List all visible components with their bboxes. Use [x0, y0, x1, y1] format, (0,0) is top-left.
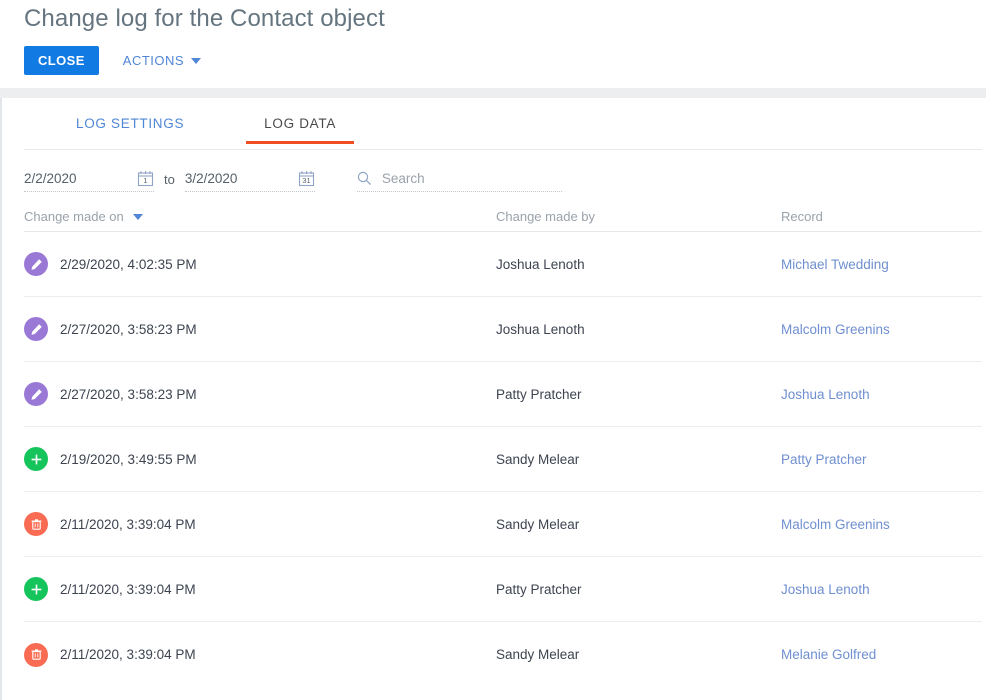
filter-bar: 2/2/2020 1 to 3/2/2020 31 Search [24, 150, 986, 202]
cell-change-made-on: 2/11/2020, 3:39:04 PM [24, 642, 496, 667]
table-row[interactable]: 2/11/2020, 3:39:04 PM Sandy Melear Melanie… [24, 622, 982, 687]
table-row[interactable]: 2/27/2020, 3:58:23 PM Patty Pratcher Joshu… [24, 362, 982, 427]
cell-change-made-on: 2/27/2020, 3:58:23 PM [24, 317, 496, 341]
search-icon [357, 171, 372, 186]
cell-change-made-by: Sandy Melear [496, 516, 580, 532]
record-link[interactable]: Malcolm Greenins [781, 322, 981, 337]
search-input[interactable]: Search [382, 171, 425, 186]
record-link[interactable]: Patty Pratcher [781, 452, 981, 467]
date-to-field[interactable]: 3/2/2020 31 [184, 166, 315, 192]
change-log-page: Change log for the Contact object CLOSE … [0, 0, 986, 700]
close-button[interactable]: CLOSE [24, 46, 99, 75]
table-row[interactable]: 2/29/2020, 4:02:35 PM Joshua Lenoth Michae… [24, 232, 982, 297]
change-date-text: 2/11/2020, 3:39:04 PM [60, 647, 196, 662]
cell-change-made-by: Sandy Melear [496, 451, 580, 467]
change-date-text: 2/11/2020, 3:39:04 PM [60, 581, 196, 597]
table-row[interactable]: 2/11/2020, 3:39:04 PM Patty Pratcher Joshu… [24, 557, 982, 622]
header-action-bar: CLOSE ACTIONS [24, 46, 986, 75]
cell-change-made-by: Joshua Lenoth [496, 256, 585, 272]
trash-icon [24, 642, 48, 667]
cell-change-made-on: 2/29/2020, 4:02:35 PM [24, 252, 496, 276]
record-link[interactable]: Joshua Lenoth [781, 387, 981, 402]
cell-change-made-on: 2/19/2020, 3:49:55 PM [24, 447, 496, 471]
cell-change-made-on: 2/11/2020, 3:39:04 PM [24, 512, 496, 536]
tab-log-data[interactable]: LOG DATA [246, 116, 354, 144]
tab-log-settings[interactable]: LOG SETTINGS [58, 116, 202, 143]
cell-change-made-by: Joshua Lenoth [496, 321, 585, 337]
log-content-panel: LOG SETTINGS LOG DATA 2/2/2020 1 to 3/2/… [0, 98, 986, 700]
column-header-label: Change made by [496, 209, 596, 224]
search-field[interactable]: Search [356, 166, 562, 192]
change-date-text: 2/27/2020, 3:58:23 PM [60, 386, 197, 402]
table-header-row: Change made on Change made by Record [24, 202, 982, 232]
change-date-text: 2/27/2020, 3:58:23 PM [60, 321, 197, 337]
column-header-label: Record [781, 209, 823, 224]
column-header-record[interactable]: Record [781, 209, 981, 224]
column-header-change-made-on[interactable]: Change made on [24, 209, 496, 224]
caret-down-icon [191, 57, 202, 64]
actions-menu-label: ACTIONS [122, 53, 185, 68]
pencil-icon [24, 252, 48, 276]
pencil-icon [24, 317, 48, 341]
table-row[interactable]: 2/27/2020, 3:58:23 PM Joshua Lenoth Malcol… [24, 297, 982, 362]
column-header-label: Change made on [24, 209, 124, 224]
table-row[interactable]: 2/19/2020, 3:49:55 PM Sandy Melear Patty P… [24, 427, 982, 492]
cell-change-made-on: 2/27/2020, 3:58:23 PM [24, 382, 496, 406]
table-row[interactable]: 2/11/2020, 3:39:04 PM Sandy Melear Malcolm… [24, 492, 982, 557]
cell-change-made-by: Patty Pratcher [496, 386, 582, 402]
change-date-text: 2/19/2020, 3:49:55 PM [60, 451, 197, 467]
change-date-text: 2/29/2020, 4:02:35 PM [60, 256, 197, 272]
chevron-down-icon[interactable] [132, 213, 143, 220]
table-body: 2/29/2020, 4:02:35 PM Joshua Lenoth Michae… [24, 232, 986, 687]
change-date-text: 2/11/2020, 3:39:04 PM [60, 516, 196, 532]
date-from-value: 2/2/2020 [24, 171, 77, 186]
record-link[interactable]: Michael Twedding [781, 257, 981, 272]
calendar-icon[interactable]: 1 [137, 170, 154, 187]
date-from-field[interactable]: 2/2/2020 1 [24, 166, 154, 192]
date-range-separator: to [164, 171, 175, 187]
change-log-table: Change made on Change made by Record 2/2… [24, 202, 986, 687]
actions-menu-button[interactable]: ACTIONS [113, 46, 211, 75]
page-header: Change log for the Contact object CLOSE … [0, 0, 986, 88]
cell-change-made-by: Patty Pratcher [496, 581, 582, 597]
page-title: Change log for the Contact object [24, 5, 385, 32]
tab-bar: LOG SETTINGS LOG DATA [24, 98, 982, 150]
column-header-change-made-by[interactable]: Change made by [496, 209, 781, 224]
plus-icon [24, 577, 48, 601]
cell-change-made-on: 2/11/2020, 3:39:04 PM [24, 577, 496, 601]
header-divider-band [0, 88, 986, 98]
svg-text:1: 1 [143, 176, 147, 185]
record-link[interactable]: Melanie Golfred [781, 647, 981, 662]
date-to-value: 3/2/2020 [184, 171, 238, 186]
trash-icon [24, 512, 48, 536]
pencil-icon [24, 382, 48, 406]
calendar-icon[interactable]: 31 [298, 170, 315, 187]
record-link[interactable]: Malcolm Greenins [781, 517, 981, 532]
svg-text:31: 31 [302, 176, 310, 185]
plus-icon [24, 447, 48, 471]
cell-change-made-by: Sandy Melear [496, 647, 580, 662]
record-link[interactable]: Joshua Lenoth [781, 582, 981, 597]
